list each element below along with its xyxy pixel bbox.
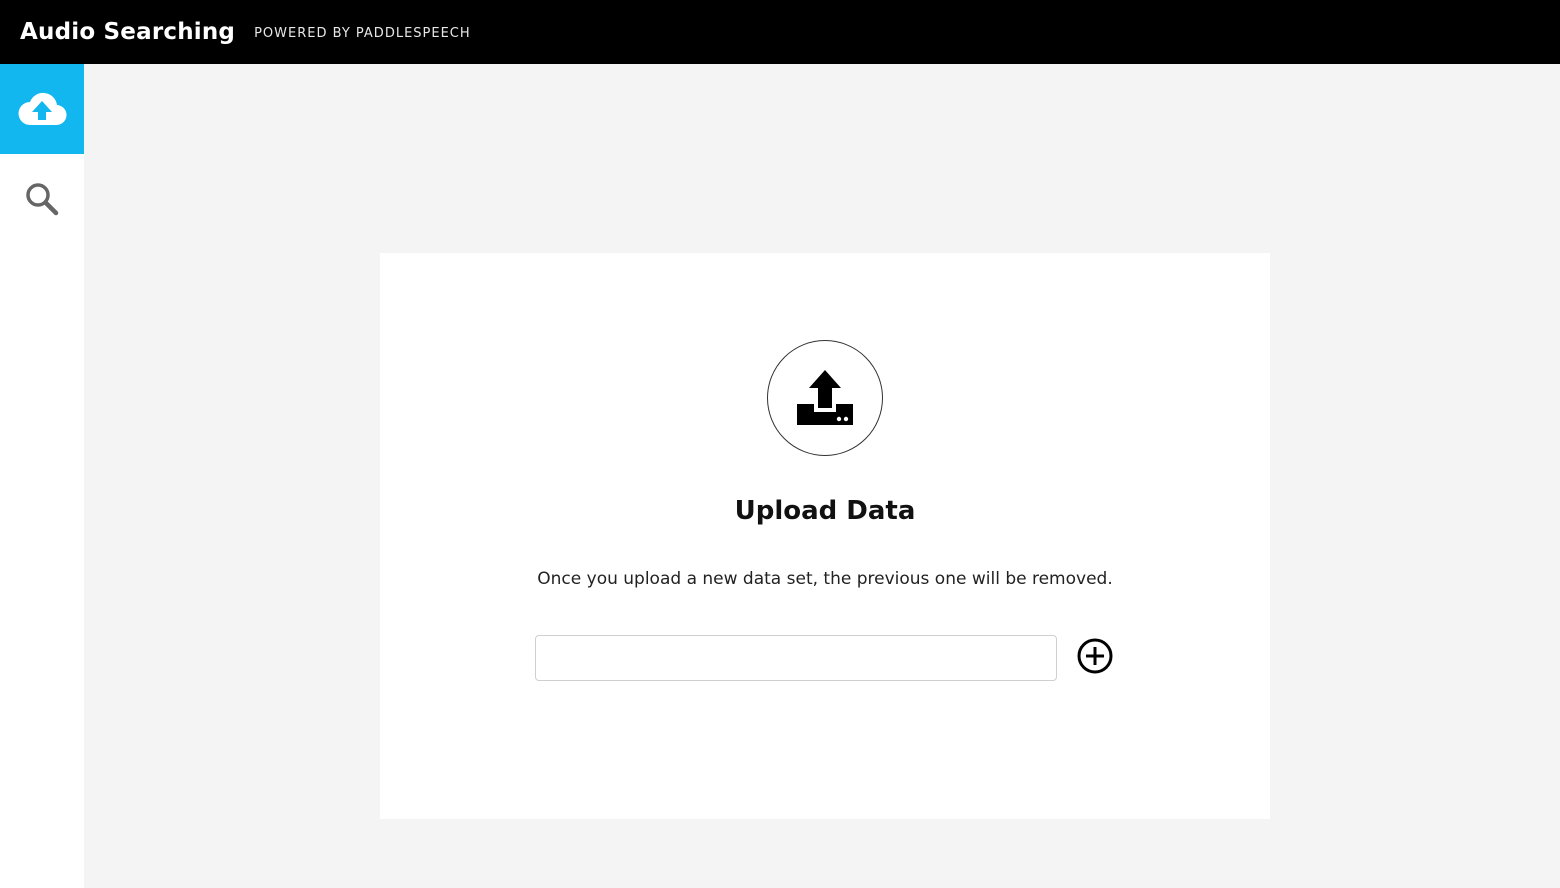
- card-title: Upload Data: [734, 496, 916, 526]
- plus-circle-icon: [1077, 638, 1113, 674]
- app-subtitle: POWERED BY PADDLESPEECH: [254, 26, 471, 41]
- upload-icon-circle: [767, 340, 883, 456]
- sidebar-item-search[interactable]: [0, 154, 84, 244]
- search-icon: [26, 183, 59, 216]
- upload-path-input[interactable]: [535, 635, 1057, 681]
- sidebar: [0, 64, 84, 888]
- card-description: Once you upload a new data set, the prev…: [537, 569, 1113, 589]
- top-bar: Audio Searching POWERED BY PADDLESPEECH: [0, 0, 1560, 64]
- cloud-upload-icon: [18, 92, 67, 126]
- upload-card: Upload Data Once you upload a new data s…: [380, 253, 1270, 819]
- add-button[interactable]: [1076, 637, 1114, 675]
- app-title: Audio Searching: [20, 19, 236, 45]
- sidebar-item-upload[interactable]: [0, 64, 84, 154]
- upload-icon: [797, 370, 853, 425]
